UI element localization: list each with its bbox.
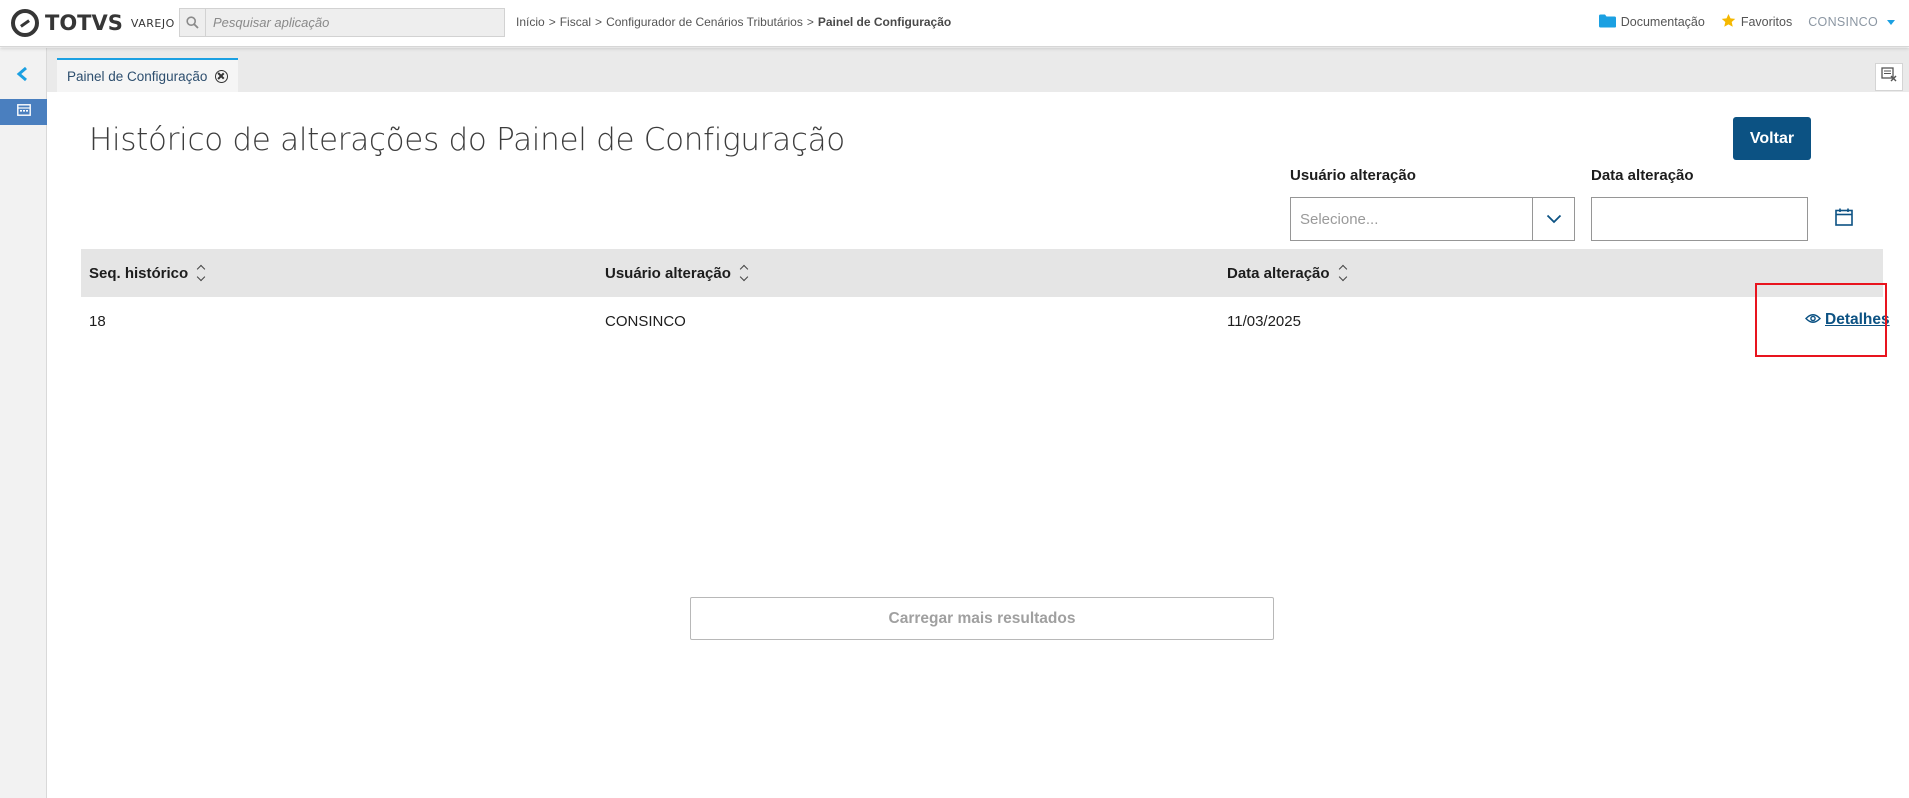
- column-header-label: Seq. histórico: [89, 264, 189, 282]
- back-button[interactable]: Voltar: [1733, 117, 1811, 160]
- user-name: CONSINCO: [1808, 15, 1878, 29]
- breadcrumb-item-inicio[interactable]: Início: [516, 15, 545, 29]
- user-filter-label: Usuário alteração: [1290, 167, 1416, 184]
- clear-tabs-button[interactable]: [1875, 63, 1903, 91]
- user-filter-placeholder: Selecione...: [1300, 210, 1379, 228]
- chevron-left-icon: [16, 66, 28, 87]
- sort-icon: [196, 264, 206, 282]
- user-filter-select[interactable]: Selecione...: [1290, 197, 1575, 241]
- calendar-grid-icon: [16, 103, 31, 121]
- user-menu[interactable]: CONSINCO: [1808, 15, 1895, 29]
- logo-text: TOTVS: [45, 11, 123, 35]
- left-rail: [0, 48, 47, 798]
- details-link[interactable]: Detalhes: [1805, 311, 1890, 329]
- documentation-label: Documentação: [1620, 15, 1705, 29]
- top-bar: TOTVS VAREJO Início>Fiscal>Configurador …: [0, 0, 1909, 47]
- search-icon[interactable]: [180, 9, 206, 36]
- column-header-label: Data alteração: [1227, 264, 1330, 282]
- cell-date: 11/03/2025: [1227, 312, 1301, 330]
- sort-icon: [739, 264, 749, 282]
- close-tab-icon[interactable]: [215, 69, 229, 83]
- column-header-date[interactable]: Data alteração: [1227, 249, 1347, 297]
- breadcrumb-separator: >: [548, 15, 556, 29]
- cell-seq: 18: [89, 312, 106, 330]
- top-right-menu: Documentação Favoritos CONSINCO: [1598, 13, 1895, 31]
- totvs-logo[interactable]: TOTVS VAREJO: [11, 9, 175, 37]
- breadcrumb-item-fiscal[interactable]: Fiscal: [560, 15, 591, 29]
- column-header-seq[interactable]: Seq. histórico: [89, 249, 206, 297]
- eye-icon: [1805, 311, 1821, 329]
- details-label: Detalhes: [1825, 311, 1890, 328]
- favorites-label: Favoritos: [1740, 15, 1793, 29]
- breadcrumb-item-configurador[interactable]: Configurador de Cenários Tributários: [606, 15, 803, 29]
- window-close-icon: [1881, 67, 1897, 87]
- tab-label: Painel de Configuração: [67, 68, 208, 84]
- calendar-button[interactable]: [1831, 206, 1857, 232]
- chevron-down-icon[interactable]: [1532, 198, 1574, 240]
- breadcrumb-separator: >: [806, 15, 814, 29]
- app-search: [179, 8, 505, 37]
- logo-subtitle: VAREJO: [130, 16, 175, 30]
- tab-strip: Painel de Configuração: [47, 48, 1909, 92]
- cell-user: CONSINCO: [605, 312, 686, 330]
- search-input[interactable]: [206, 9, 504, 36]
- calendar-icon: [1834, 207, 1854, 232]
- breadcrumb-current: Painel de Configuração: [817, 15, 952, 29]
- caret-down-icon: [1887, 19, 1895, 25]
- collapse-menu-button[interactable]: [11, 65, 33, 87]
- tab-painel-configuracao[interactable]: Painel de Configuração: [57, 58, 239, 92]
- breadcrumb: Início > Fiscal > Configurador de Cenários T…: [516, 15, 951, 29]
- star-icon: [1721, 13, 1736, 31]
- main-content: Histórico de alterações do Painel de Con…: [57, 92, 1902, 798]
- rail-item-active-app[interactable]: [0, 99, 47, 125]
- table-row: 18 CONSINCO 11/03/2025 Detalhes: [81, 297, 1890, 345]
- sort-icon: [1338, 264, 1347, 282]
- breadcrumb-separator: >: [595, 15, 603, 29]
- date-filter-label: Data alteração: [1591, 167, 1694, 184]
- column-header-label: Usuário alteração: [605, 264, 731, 282]
- folder-icon: [1598, 14, 1616, 31]
- documentation-link[interactable]: Documentação: [1598, 14, 1705, 31]
- column-header-user[interactable]: Usuário alteração: [605, 249, 749, 297]
- page-title: Histórico de alterações do Painel de Con…: [89, 122, 845, 158]
- table-header: Seq. histórico Usuário alteração Data al…: [81, 249, 1883, 297]
- favorites-link[interactable]: Favoritos: [1721, 13, 1792, 31]
- load-more-button[interactable]: Carregar mais resultados: [690, 597, 1274, 640]
- totvs-logo-icon: [11, 9, 39, 37]
- date-filter-input[interactable]: [1591, 197, 1808, 241]
